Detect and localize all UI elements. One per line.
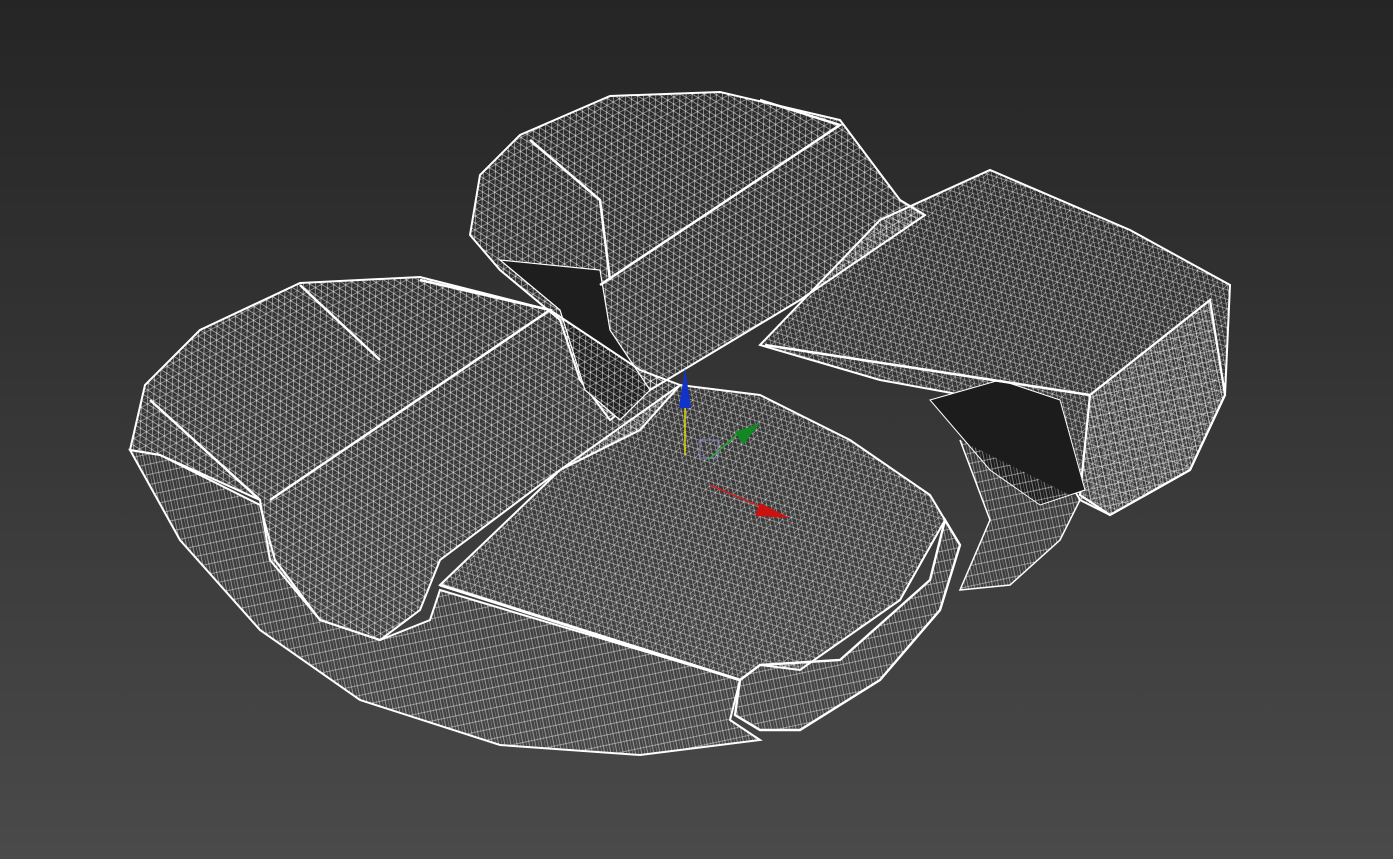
3d-viewport[interactable] [0,0,1393,859]
wireframe-scene[interactable] [0,0,1393,859]
